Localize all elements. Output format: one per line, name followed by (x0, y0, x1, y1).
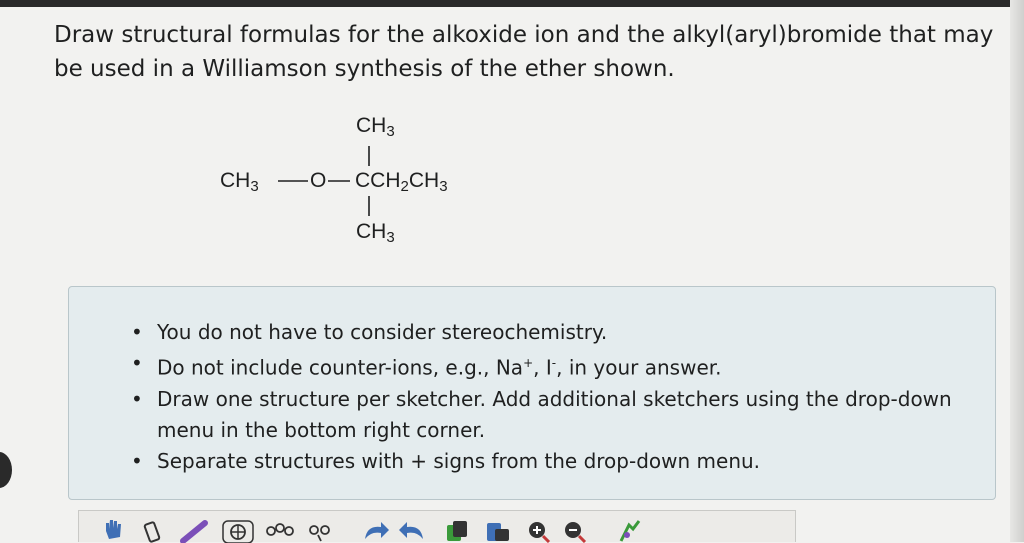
undo-icon[interactable] (361, 517, 389, 543)
paste-icon[interactable] (483, 517, 509, 543)
instruction-stereochemistry: You do not have to consider stereochemis… (131, 317, 969, 348)
chain-template-icon[interactable] (263, 517, 294, 543)
settings-icon[interactable] (615, 517, 641, 543)
top-methyl-label: CH3 (356, 114, 395, 140)
redo-icon[interactable] (397, 517, 423, 543)
left-methyl-label: CH3 (220, 169, 259, 195)
instruction-separate-structures: Separate structures with + signs from th… (131, 446, 969, 477)
side-panel-handle[interactable] (0, 452, 12, 488)
page-right-edge (1010, 0, 1024, 542)
copy-icon[interactable] (443, 517, 467, 543)
pencil-bond-icon[interactable] (179, 517, 208, 543)
zoom-out-icon[interactable] (561, 517, 587, 543)
charge-template-icon[interactable] (305, 517, 330, 543)
ether-structure: CH3 CH3 O CCH2CH3 CH3 (210, 108, 490, 258)
instructions-box: You do not have to consider stereochemis… (68, 286, 996, 500)
window-top-edge (0, 0, 1024, 7)
sketcher-toolbar (78, 510, 796, 543)
zoom-in-icon[interactable] (525, 517, 551, 543)
instructions-list: You do not have to consider stereochemis… (69, 317, 969, 477)
hand-icon[interactable] (101, 517, 125, 543)
ring-template-icon[interactable] (221, 517, 254, 543)
instruction-one-structure: Draw one structure per sketcher. Add add… (131, 384, 969, 446)
eraser-icon[interactable] (141, 517, 165, 543)
oxygen-label: O (310, 169, 327, 192)
instruction-counter-ions: Do not include counter-ions, e.g., Na+, … (131, 348, 969, 384)
bottom-methyl-label: CH3 (356, 220, 395, 246)
question-text: Draw structural formulas for the alkoxid… (54, 22, 994, 82)
quaternary-carbon-label: CCH2CH3 (355, 169, 448, 195)
